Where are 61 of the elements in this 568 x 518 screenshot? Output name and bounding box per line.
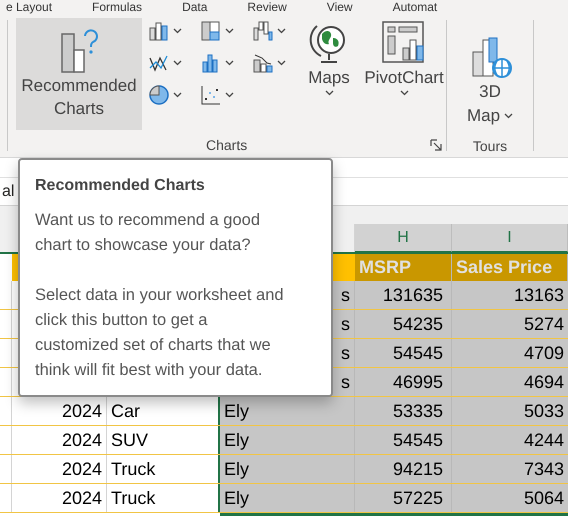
table-cell: 131635 — [355, 281, 452, 309]
scatter-chart-icon — [200, 84, 222, 106]
recommended-charts-button[interactable]: Recommended Charts — [16, 18, 142, 130]
ribbon-tab[interactable]: Review — [247, 1, 287, 13]
chevron-icon — [400, 90, 408, 96]
combo-chart-icon — [252, 52, 274, 74]
table-cell: 5064 — [452, 484, 568, 512]
tooltip-title: Recommended Charts — [35, 176, 206, 196]
ribbon-tab[interactable]: View — [326, 1, 353, 13]
table-cell: Ely — [220, 484, 355, 512]
table-cell: 2024 — [12, 426, 107, 454]
chevron-icon — [225, 28, 234, 34]
table-cell: 2024 — [12, 455, 107, 483]
table-cell: 13163 — [452, 281, 568, 309]
pie-chart-icon — [148, 84, 170, 106]
table-cell: 7343 — [452, 455, 568, 483]
table-cell: 5033 — [452, 397, 568, 425]
tooltip-text: Want us to recommend a good chart to showcase your data? — [35, 210, 262, 256]
chevron-icon — [173, 28, 182, 34]
table-cell: 5274 — [452, 310, 568, 338]
chevron-icon — [225, 60, 234, 66]
pivotchart-button[interactable]: PivotChart — [362, 18, 446, 96]
table-header-cell: Sales Price — [452, 254, 568, 281]
table-cell: 46995 — [355, 368, 452, 396]
table-cell: 54545 — [355, 339, 452, 367]
waterfall-chart-icon — [252, 20, 274, 42]
table-cell: 4694 — [452, 368, 568, 396]
ribbon-tab[interactable]: Formulas — [92, 1, 142, 13]
pivot-chart-icon — [381, 20, 427, 66]
group-label: Charts — [206, 136, 248, 154]
table-cell: Ely — [220, 397, 355, 425]
table-cell: 57225 — [355, 484, 452, 512]
chevron-icon — [225, 92, 234, 98]
ribbon-tab[interactable]: e Layout — [6, 1, 52, 13]
chevron-icon — [277, 28, 286, 34]
chevron-icon — [173, 92, 182, 98]
table-cell: 94215 — [355, 455, 452, 483]
3d-map-button[interactable]: 3D Map — [466, 36, 514, 134]
column-header[interactable]: I — [452, 224, 568, 252]
column-header[interactable]: H — [355, 224, 452, 252]
ribbon-tab[interactable]: Data — [182, 1, 208, 13]
table-cell: Ely — [220, 426, 355, 454]
chevron-icon — [504, 113, 514, 119]
name-box[interactable]: al — [2, 180, 14, 204]
group-label: Tours — [472, 137, 508, 156]
table-cell: 53335 — [355, 397, 452, 425]
chevron-icon — [324, 90, 334, 96]
table-cell: 4244 — [452, 426, 568, 454]
table-header-cell: MSRP — [355, 254, 452, 281]
ribbon-tab[interactable]: Automat — [392, 1, 438, 13]
maps-button[interactable]: Maps — [300, 18, 358, 96]
chevron-icon — [277, 60, 286, 66]
table-cell: Ely — [220, 455, 355, 483]
hierarchy-chart-icon — [200, 20, 222, 42]
table-cell: 54545 — [355, 426, 452, 454]
table-cell: 2024 — [12, 484, 107, 512]
table-cell: 54235 — [355, 310, 452, 338]
chevron-icon — [173, 60, 182, 66]
column-chart-icon — [148, 20, 170, 42]
dialog-launcher-icon[interactable] — [430, 139, 442, 151]
table-cell: 4709 — [452, 339, 568, 367]
